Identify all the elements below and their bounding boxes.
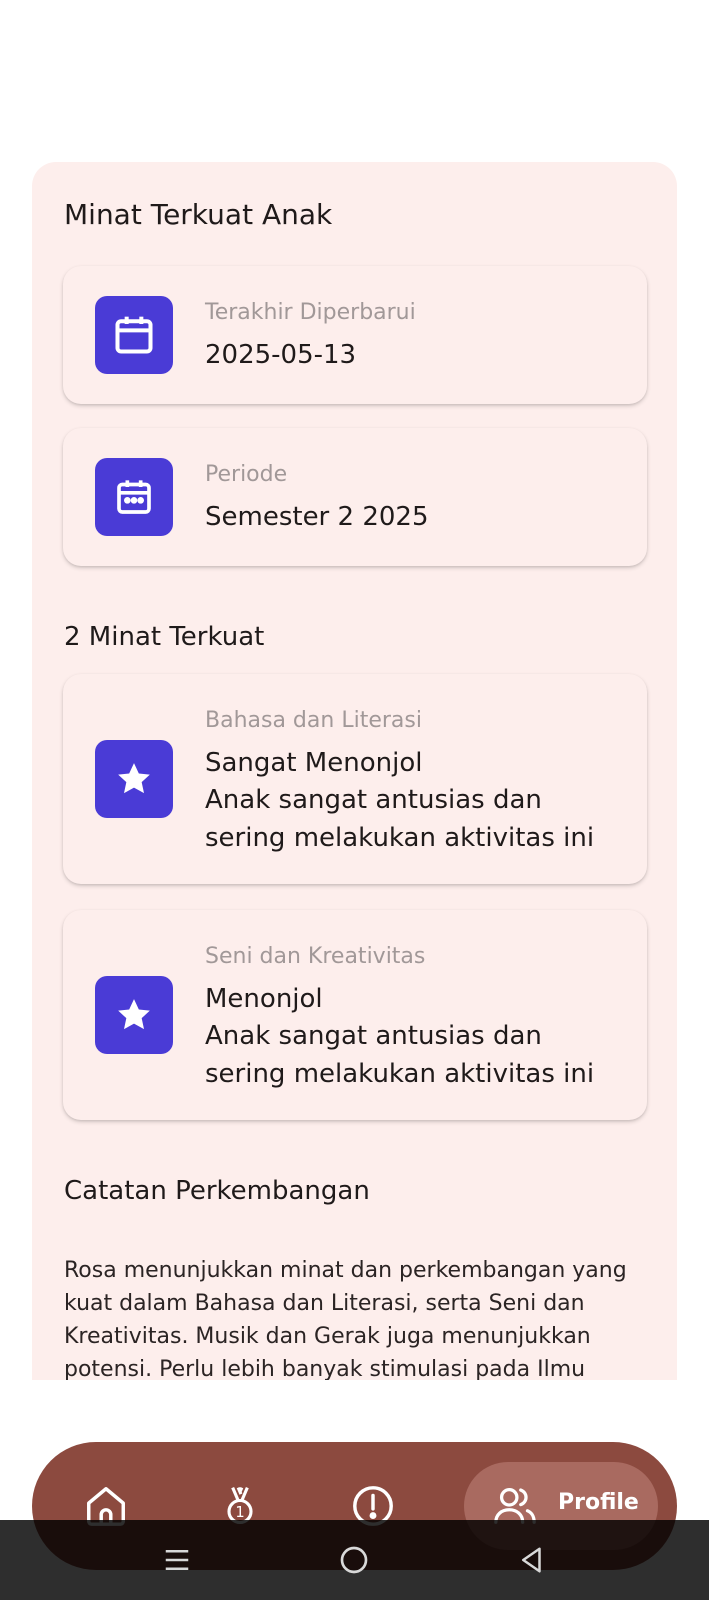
interest-panel: Minat Terkuat Anak Terakhir Diperbarui 2… — [32, 162, 677, 1380]
calendar-dots-icon — [95, 458, 173, 536]
last-updated-card: Terakhir Diperbarui 2025-05-13 — [63, 266, 647, 404]
nav-profile-label: Profile — [558, 1490, 639, 1515]
circle-icon — [340, 1546, 368, 1574]
interest-category: Bahasa dan Literasi — [205, 708, 422, 733]
period-card: Periode Semester 2 2025 — [63, 428, 647, 566]
home-button[interactable] — [334, 1540, 374, 1580]
interests-title: 2 Minat Terkuat — [64, 622, 265, 652]
last-updated-caption: Terakhir Diperbarui — [205, 300, 416, 325]
interest-description: Anak sangat antusias dan sering melakuka… — [205, 1021, 595, 1089]
star-icon — [95, 976, 173, 1054]
period-caption: Periode — [205, 462, 288, 487]
interest-card[interactable]: Bahasa dan Literasi Sangat Menonjol Anak… — [63, 674, 647, 884]
interest-level: Menonjol — [205, 984, 323, 1014]
interest-description: Anak sangat antusias dan sering melakuka… — [205, 785, 595, 853]
recent-apps-button[interactable] — [157, 1540, 197, 1580]
star-icon — [95, 740, 173, 818]
interest-level: Sangat Menonjol — [205, 748, 423, 778]
notes-title: Catatan Perkembangan — [64, 1176, 370, 1206]
interest-card[interactable]: Seni dan Kreativitas Menonjol Anak sanga… — [63, 910, 647, 1120]
interest-category: Seni dan Kreativitas — [205, 944, 426, 969]
calendar-icon — [95, 296, 173, 374]
back-button[interactable] — [512, 1540, 552, 1580]
menu-icon — [165, 1550, 189, 1570]
last-updated-value: 2025-05-13 — [205, 340, 357, 370]
period-value: Semester 2 2025 — [205, 502, 429, 532]
svg-text:1: 1 — [235, 1504, 244, 1521]
notes-text: Rosa menunjukkan minat dan perkembangan … — [64, 1258, 627, 1380]
system-nav-bar — [0, 1520, 709, 1600]
panel-title: Minat Terkuat Anak — [64, 198, 333, 231]
back-triangle-icon — [522, 1547, 541, 1573]
